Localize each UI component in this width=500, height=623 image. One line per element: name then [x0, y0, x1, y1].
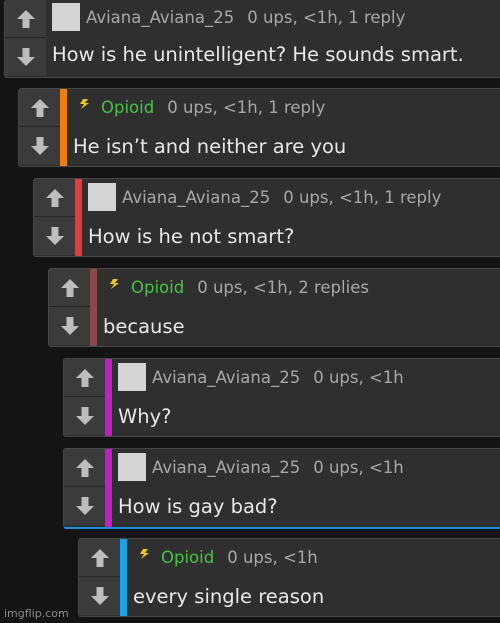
comment-card: Opioid 0 ups, <1h every single reason: [78, 538, 500, 617]
comment-meta: Opioid 0 ups, <1h, 2 replies: [103, 269, 369, 305]
username-link[interactable]: Opioid: [101, 98, 154, 117]
comment-text: every single reason: [133, 584, 325, 608]
comment-meta: Aviana_Aviana_25 0 ups, <1h: [118, 449, 404, 485]
downvote-button[interactable]: [5, 38, 46, 76]
comment-text: He isn’t and neither are you: [73, 134, 347, 158]
upvote-button[interactable]: [34, 179, 75, 217]
username-link[interactable]: Opioid: [131, 278, 184, 297]
comment-card: Aviana_Aviana_25 0 ups, <1h Why?: [63, 358, 500, 437]
comment-text: How is he not smart?: [88, 224, 295, 248]
upvote-button[interactable]: [5, 0, 46, 38]
vote-controls: [5, 0, 46, 77]
username-link[interactable]: Aviana_Aviana_25: [152, 458, 300, 477]
upvote-button[interactable]: [19, 89, 60, 127]
comment-info: 0 ups, <1h: [313, 457, 404, 477]
downvote-button[interactable]: [64, 397, 105, 435]
vote-controls: [64, 449, 105, 527]
vote-controls: [34, 179, 75, 256]
thread-stripe: [120, 539, 127, 616]
thread-stripe: [105, 449, 112, 527]
comment-info: 0 ups, <1h: [227, 547, 318, 567]
thread-stripe: [60, 89, 67, 166]
comment-text: How is he unintelligent? He sounds smart…: [52, 42, 464, 66]
comment-info: 0 ups, <1h, 1 reply: [167, 97, 326, 117]
downvote-button[interactable]: [49, 307, 90, 345]
vote-controls: [19, 89, 60, 166]
comment-card: Aviana_Aviana_25 0 ups, <1h, 1 reply How…: [4, 0, 500, 78]
watermark: imgflip.com: [4, 607, 69, 620]
upvote-button[interactable]: [64, 359, 105, 397]
arrow-up-icon: [30, 98, 49, 117]
vote-controls: [64, 359, 105, 436]
username-link[interactable]: Aviana_Aviana_25: [122, 188, 270, 207]
comment-card: Aviana_Aviana_25 0 ups, <1h, 1 reply How…: [33, 178, 500, 257]
upvote-button[interactable]: [49, 269, 90, 307]
comment-meta: Aviana_Aviana_25 0 ups, <1h, 1 reply: [52, 0, 405, 35]
arrow-up-icon: [16, 9, 35, 28]
comment-info: 0 ups, <1h, 2 replies: [197, 277, 369, 297]
comment-card: Opioid 0 ups, <1h, 1 reply He isn’t and …: [18, 88, 500, 167]
comment-info: 0 ups, <1h, 1 reply: [247, 7, 406, 27]
comment-text: How is gay bad?: [118, 494, 278, 518]
avatar[interactable]: [118, 453, 146, 481]
comment-body: Aviana_Aviana_25 0 ups, <1h Why?: [112, 359, 500, 436]
arrow-down-icon: [16, 48, 35, 66]
arrow-down-icon: [75, 407, 94, 425]
avatar[interactable]: [118, 363, 146, 391]
arrow-down-icon: [90, 587, 109, 605]
comment-info: 0 ups, <1h: [313, 367, 404, 387]
thread-stripe: [90, 269, 97, 346]
flag-icon: [103, 274, 125, 300]
comment-card: Aviana_Aviana_25 0 ups, <1h How is gay b…: [63, 448, 500, 529]
upvote-button[interactable]: [79, 539, 120, 577]
username-link[interactable]: Aviana_Aviana_25: [86, 8, 234, 27]
arrow-up-icon: [75, 368, 94, 387]
comment-meta: Opioid 0 ups, <1h: [133, 539, 318, 575]
comment-body: Aviana_Aviana_25 0 ups, <1h, 1 reply How…: [82, 179, 500, 256]
downvote-button[interactable]: [19, 127, 60, 165]
comment-body: Opioid 0 ups, <1h, 1 reply He isn’t and …: [67, 89, 500, 166]
comment-body: Aviana_Aviana_25 0 ups, <1h How is gay b…: [112, 449, 500, 527]
username-link[interactable]: Opioid: [161, 548, 214, 567]
downvote-button[interactable]: [64, 487, 105, 525]
comment-body: Opioid 0 ups, <1h every single reason: [127, 539, 500, 616]
upvote-button[interactable]: [64, 449, 105, 487]
arrow-up-icon: [75, 458, 94, 477]
comment-info: 0 ups, <1h, 1 reply: [283, 187, 442, 207]
downvote-button[interactable]: [79, 577, 120, 615]
arrow-down-icon: [45, 227, 64, 245]
comment-card: Opioid 0 ups, <1h, 2 replies because: [48, 268, 500, 347]
flag-icon: [133, 544, 155, 570]
thread-stripe: [105, 359, 112, 436]
arrow-down-icon: [60, 317, 79, 335]
arrow-down-icon: [75, 497, 94, 515]
vote-controls: [49, 269, 90, 346]
thread-stripe: [75, 179, 82, 256]
comment-text: Why?: [118, 404, 172, 428]
comment-meta: Aviana_Aviana_25 0 ups, <1h: [118, 359, 404, 395]
avatar[interactable]: [52, 3, 80, 31]
username-link[interactable]: Aviana_Aviana_25: [152, 368, 300, 387]
comment-text: because: [103, 314, 185, 338]
vote-controls: [79, 539, 120, 616]
avatar[interactable]: [88, 183, 116, 211]
downvote-button[interactable]: [34, 217, 75, 255]
flag-icon: [73, 94, 95, 120]
comment-meta: Opioid 0 ups, <1h, 1 reply: [73, 89, 325, 125]
comment-body: Aviana_Aviana_25 0 ups, <1h, 1 reply How…: [46, 0, 500, 77]
arrow-up-icon: [60, 278, 79, 297]
comment-meta: Aviana_Aviana_25 0 ups, <1h, 1 reply: [88, 179, 441, 215]
comment-body: Opioid 0 ups, <1h, 2 replies because: [97, 269, 500, 346]
arrow-up-icon: [90, 548, 109, 567]
arrow-up-icon: [45, 188, 64, 207]
arrow-down-icon: [30, 137, 49, 155]
